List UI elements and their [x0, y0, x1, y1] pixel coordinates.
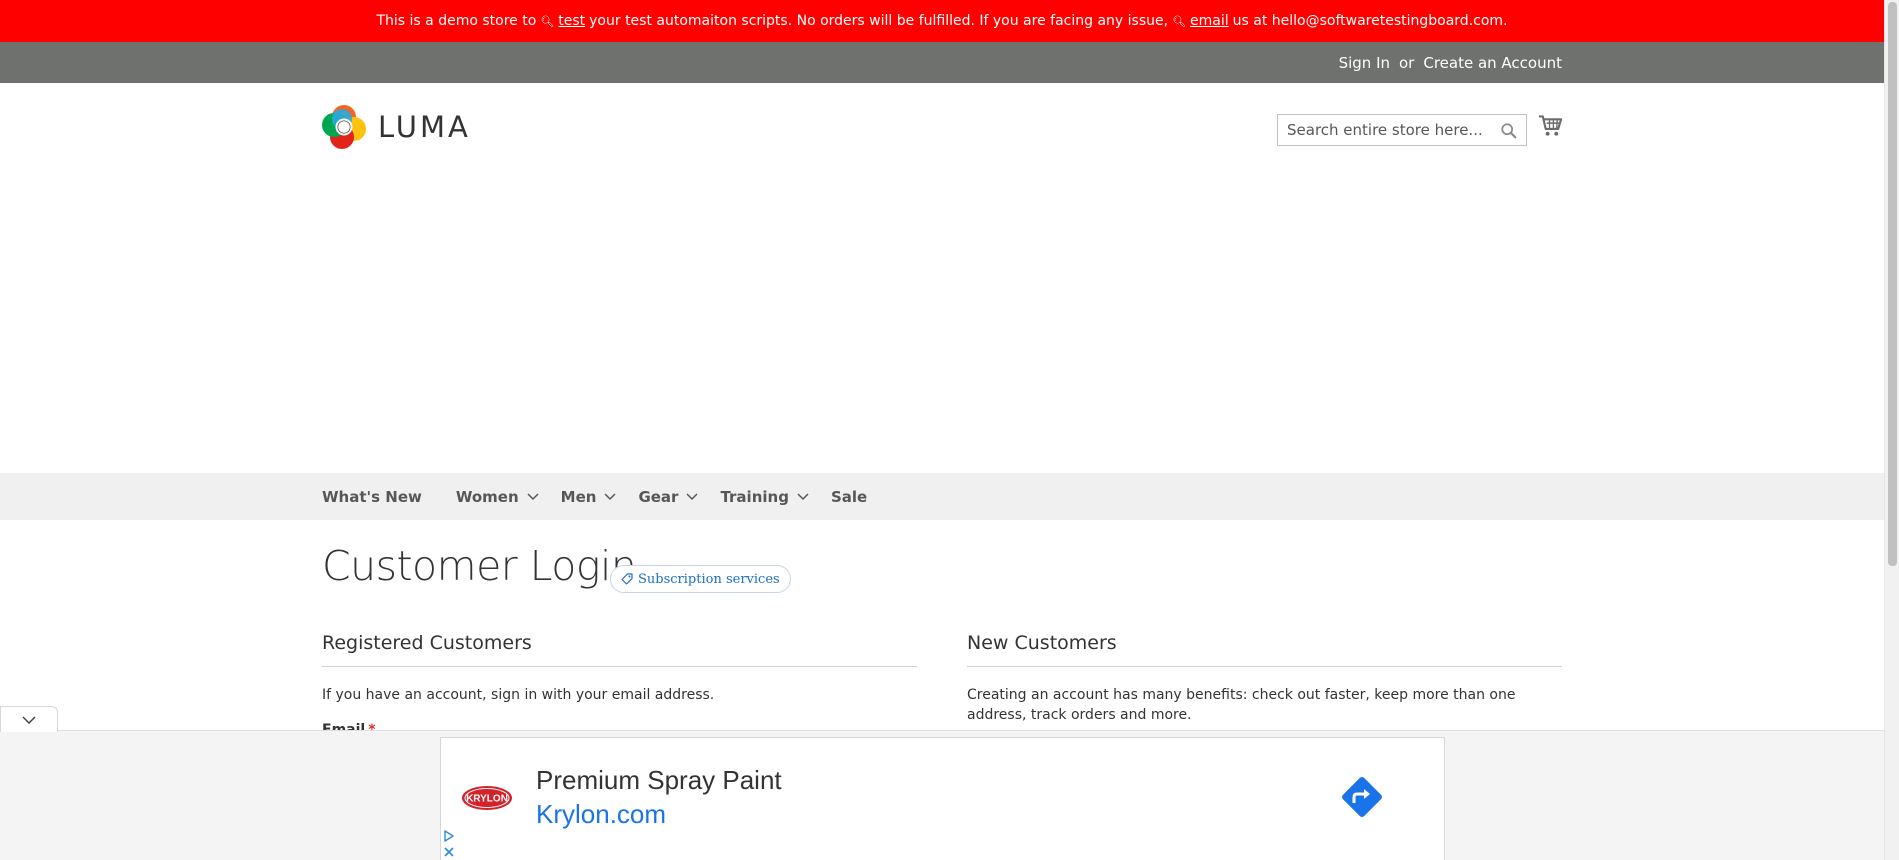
- new-customers-block: New Customers Creating an account has ma…: [967, 632, 1562, 725]
- header-links: Sign In or Create an Account: [1339, 42, 1562, 83]
- anchor-ad-container: KRYLON Premium Spray Paint Krylon.com: [0, 730, 1884, 860]
- search-input[interactable]: [1278, 115, 1526, 145]
- magnifier-icon: 🔍︎: [1172, 14, 1187, 28]
- chevron-down-icon: [686, 492, 698, 500]
- nav-item-women[interactable]: Women: [456, 488, 539, 506]
- vertical-scrollbar[interactable]: [1884, 0, 1899, 860]
- page-title: Customer Login: [322, 542, 637, 590]
- registered-customers-heading: Registered Customers: [322, 632, 917, 667]
- close-icon[interactable]: [443, 846, 455, 858]
- logo-text: LUMA: [378, 110, 471, 144]
- banner-text-3: us at hello@softwaretestingboard.com.: [1232, 13, 1508, 29]
- nav-item-label: Gear: [638, 487, 679, 506]
- chevron-down-icon: [22, 715, 36, 724]
- nav-item-sale[interactable]: Sale: [831, 488, 867, 506]
- nav-menu: What's New Women Men Gear Training Sale: [322, 473, 901, 520]
- ad-title[interactable]: Premium Spray Paint: [536, 765, 782, 796]
- page-header: LUMA: [0, 83, 1884, 473]
- search-box: [1277, 114, 1527, 146]
- ad-collapse-toggle[interactable]: [0, 706, 58, 732]
- registered-customers-block: Registered Customers If you have an acco…: [322, 632, 917, 705]
- krylon-logo: KRYLON: [462, 786, 512, 810]
- nav-item-label: Men: [560, 487, 597, 506]
- subscription-services-badge[interactable]: Subscription services: [610, 565, 791, 593]
- ad-choices-icon[interactable]: [443, 830, 455, 842]
- nav-item-training[interactable]: Training: [720, 487, 809, 506]
- nav-item-gear[interactable]: Gear: [638, 488, 698, 506]
- chevron-down-icon: [797, 492, 809, 500]
- registered-customers-text: If you have an account, sign in with you…: [322, 687, 715, 703]
- tag-icon: [621, 573, 633, 585]
- banner-keyword-test[interactable]: test: [558, 13, 585, 29]
- nav-item-men[interactable]: Men: [561, 488, 617, 506]
- subscription-services-label: Subscription services: [638, 571, 780, 587]
- nav-item-label: Training: [720, 487, 789, 506]
- nav-item-label: Sale: [830, 487, 868, 506]
- nav-item-label: What's New: [322, 487, 422, 506]
- banner-keyword-email[interactable]: email: [1190, 13, 1229, 29]
- banner-text-2: your test automaiton scripts. No orders …: [589, 13, 1169, 29]
- new-customers-heading: New Customers: [967, 632, 1562, 667]
- luma-logo[interactable]: LUMA: [322, 105, 471, 149]
- ad-brand-text: KRYLON: [466, 794, 508, 805]
- scrollbar-thumb[interactable]: [1888, 2, 1897, 566]
- create-account-link[interactable]: Create an Account: [1423, 54, 1562, 72]
- nav-item-label: Women: [455, 487, 519, 506]
- chevron-down-icon: [604, 492, 616, 500]
- new-customers-text: Creating an account has many benefits: c…: [967, 687, 1516, 723]
- banner-text-1: This is a demo store to: [376, 13, 537, 29]
- ad-card[interactable]: KRYLON Premium Spray Paint Krylon.com: [440, 737, 1445, 860]
- search-icon[interactable]: [1500, 122, 1518, 140]
- sign-in-link[interactable]: Sign In: [1339, 54, 1390, 72]
- magnifier-icon: 🔍︎: [540, 14, 555, 28]
- chevron-down-icon: [527, 492, 539, 500]
- cart-icon[interactable]: [1538, 114, 1563, 138]
- or-separator: or: [1399, 53, 1415, 72]
- demo-store-banner: This is a demo store to 🔍︎ test your tes…: [0, 0, 1884, 42]
- nav-item-whats-new[interactable]: What's New: [322, 488, 422, 506]
- luma-logo-icon: [322, 105, 366, 149]
- page: This is a demo store to 🔍︎ test your tes…: [0, 0, 1899, 860]
- directions-arrow-icon[interactable]: [1337, 772, 1387, 822]
- ad-domain-link[interactable]: Krylon.com: [536, 799, 666, 830]
- header-panel: Sign In or Create an Account: [0, 42, 1884, 83]
- main-navigation: What's New Women Men Gear Training Sale: [0, 473, 1884, 520]
